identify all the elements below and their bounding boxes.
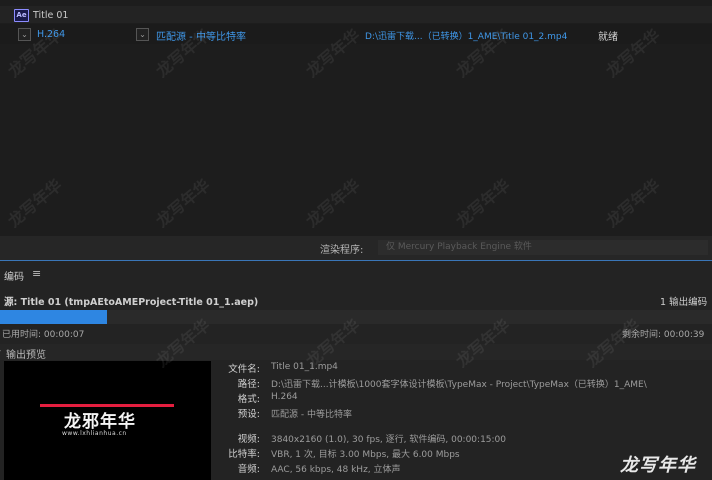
output-file-link[interactable]: D:\迅雷下载...（已转换）1_AME\Title 01_2.mp4	[365, 29, 567, 42]
format-value: H.264	[271, 392, 298, 402]
queue-group-header[interactable]	[0, 6, 712, 23]
path-label: 路径:	[237, 379, 260, 390]
preview-label: 输出预览	[6, 350, 46, 361]
audio-value: AAC, 56 kbps, 48 kHz, 立体声	[271, 465, 401, 475]
renderer-label: 渲染程序:	[320, 245, 364, 256]
path-value: D:\迅雷下载...计模板\1000套字体设计模板\TypeMax - Proj…	[271, 380, 647, 390]
output-count: 1 输出编码	[660, 297, 708, 308]
after-effects-icon: Ae	[14, 9, 29, 22]
file-label: 文件名:	[228, 364, 260, 375]
panel-menu-icon[interactable]: ≡	[32, 267, 41, 280]
video-value: 3840x2160 (1.0), 30 fps, 逐行, 软件编码, 00:00…	[271, 435, 507, 445]
encoding-panel-title: 编码	[4, 272, 24, 283]
preset-dropdown-chevron-icon[interactable]: ⌄	[136, 28, 149, 41]
renderer-select[interactable]: 仅 Mercury Playback Engine 软件	[378, 240, 708, 255]
file-value: Title 01_1.mp4	[271, 362, 338, 372]
preview-logo-text: 龙邪年华	[64, 412, 136, 432]
collapse-chevron-icon[interactable]: ›	[0, 346, 1, 355]
video-label: 视频:	[237, 434, 260, 445]
format-label: 格式:	[237, 394, 260, 405]
bitrate-value: VBR, 1 次, 目标 3.00 Mbps, 最大 6.00 Mbps	[271, 450, 460, 460]
job-source-name: 源: Title 01 (tmpAEtoAMEProject-Title 01_…	[4, 297, 259, 308]
progress-bar	[0, 310, 107, 324]
preview-url-text: www.lxhlianhua.cn	[62, 430, 127, 437]
elapsed-time: 已用时间: 00:00:07	[2, 330, 85, 340]
preset-label: 预设:	[237, 409, 260, 420]
bitrate-label: 比特率:	[228, 449, 260, 460]
audio-label: 音频:	[237, 464, 260, 475]
status-label: 就绪	[598, 32, 618, 43]
preset-value: 匹配源 - 中等比特率	[271, 410, 352, 420]
queue-item-title[interactable]: Title 01	[33, 10, 68, 21]
corner-watermark: 龙写年华	[620, 455, 696, 476]
